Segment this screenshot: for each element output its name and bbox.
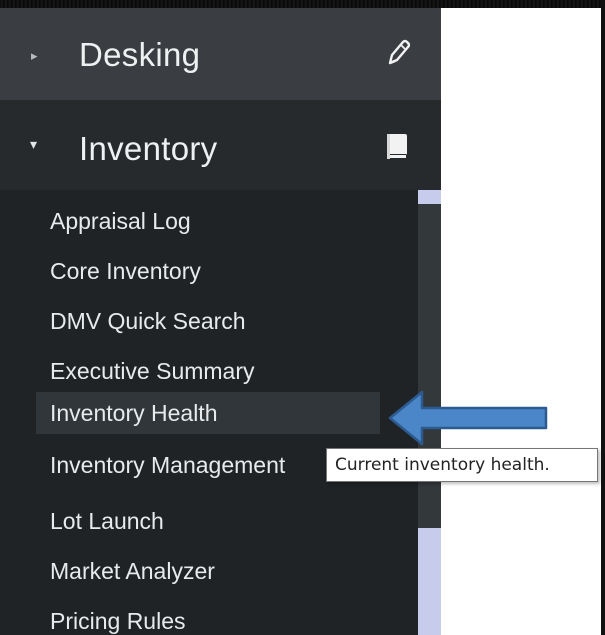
section-inventory[interactable]: ▾ Inventory bbox=[0, 100, 441, 190]
screen-frame: ▸ Desking ▾ Inventory Appraisal Log Core… bbox=[0, 0, 605, 635]
menu-item-market-analyzer[interactable]: Market Analyzer bbox=[36, 550, 380, 592]
menu-item-pricing-rules[interactable]: Pricing Rules bbox=[36, 600, 380, 635]
menu-item-appraisal-log[interactable]: Appraisal Log bbox=[36, 200, 380, 242]
section-title-desking: Desking bbox=[79, 36, 201, 73]
tooltip-text: Current inventory health. bbox=[335, 455, 550, 475]
main-content-area bbox=[441, 8, 601, 635]
pencil-icon[interactable] bbox=[384, 38, 410, 68]
section-desking[interactable]: ▸ Desking bbox=[0, 8, 441, 100]
scrollbar-thumb-top[interactable] bbox=[418, 190, 441, 204]
sidebar: ▸ Desking ▾ Inventory Appraisal Log Core… bbox=[0, 8, 441, 635]
chevron-down-icon: ▾ bbox=[30, 137, 38, 153]
scrollbar-thumb-bottom[interactable] bbox=[418, 528, 441, 635]
chevron-right-icon: ▸ bbox=[31, 49, 38, 64]
tooltip: Current inventory health. bbox=[326, 448, 598, 482]
menu-item-executive-summary[interactable]: Executive Summary bbox=[36, 350, 380, 392]
menu-item-lot-launch[interactable]: Lot Launch bbox=[36, 500, 380, 542]
menu-item-dmv-quick-search[interactable]: DMV Quick Search bbox=[36, 300, 380, 342]
book-icon[interactable] bbox=[384, 132, 410, 162]
menu-item-core-inventory[interactable]: Core Inventory bbox=[36, 250, 380, 292]
top-edge bbox=[0, 0, 605, 8]
menu-item-inventory-health[interactable]: Inventory Health bbox=[36, 392, 380, 434]
section-title-inventory: Inventory bbox=[79, 130, 218, 167]
right-edge bbox=[601, 0, 605, 635]
callout-arrow-icon bbox=[388, 390, 548, 446]
